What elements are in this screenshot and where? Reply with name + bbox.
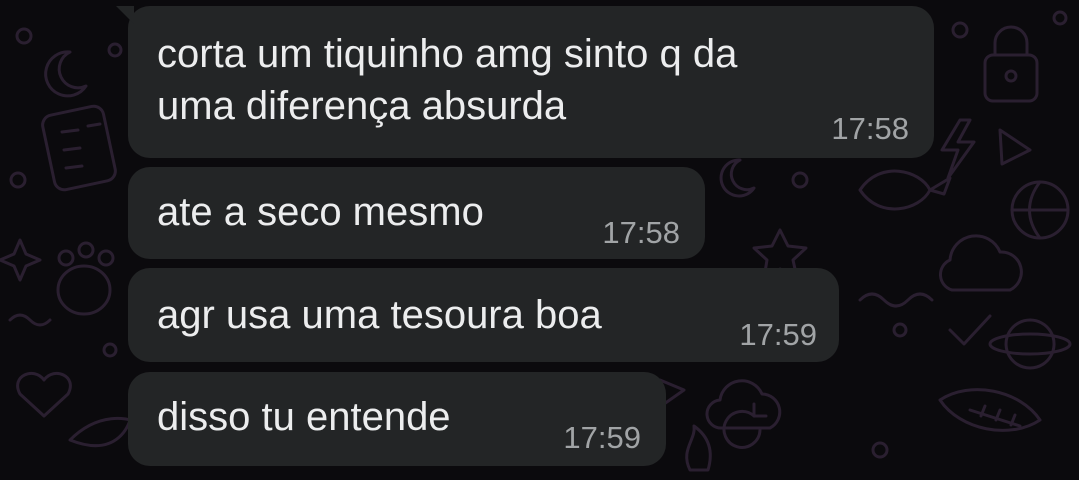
message-text: corta um tiquinho amg sinto q da uma dif…: [157, 28, 737, 132]
message-text-line: uma diferença absurda: [157, 84, 567, 128]
message-text: disso tu entende: [157, 395, 451, 439]
message-bubble[interactable]: disso tu entende 17:59: [128, 372, 666, 466]
message-list: corta um tiquinho amg sinto q da uma dif…: [0, 0, 1079, 480]
message-bubble[interactable]: ate a seco mesmo 17:58: [128, 167, 705, 259]
message-timestamp: 17:59: [739, 317, 817, 352]
message-timestamp: 17:59: [563, 420, 641, 455]
message-timestamp: 17:58: [602, 215, 680, 250]
message-bubble[interactable]: agr usa uma tesoura boa 17:59: [128, 268, 839, 362]
message-timestamp: 17:58: [831, 111, 909, 146]
message-bubble[interactable]: corta um tiquinho amg sinto q da uma dif…: [116, 6, 934, 158]
message-text-line: corta um tiquinho amg sinto q da: [157, 32, 738, 76]
message-text: ate a seco mesmo: [157, 190, 484, 234]
message-text: agr usa uma tesoura boa: [157, 293, 602, 337]
